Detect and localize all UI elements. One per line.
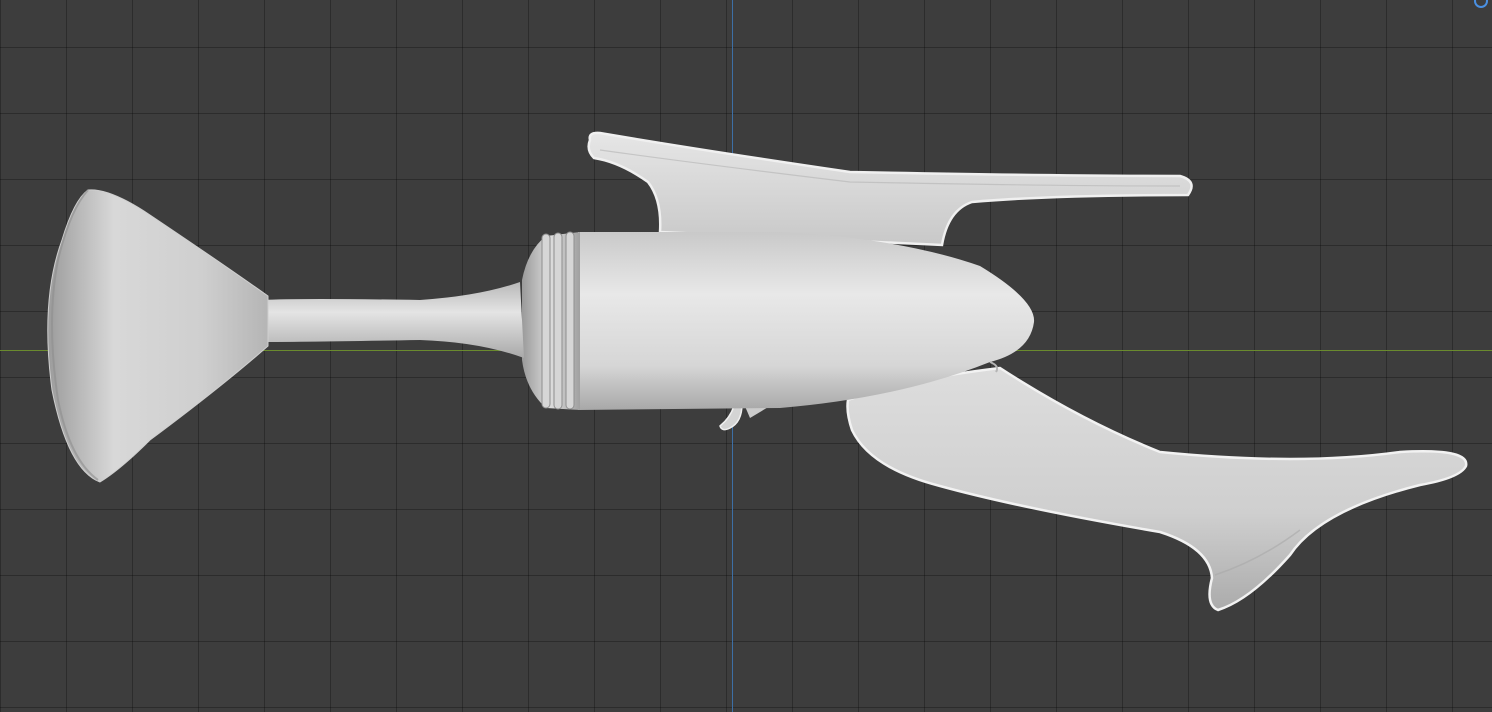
threaded-rings[interactable]	[522, 231, 580, 410]
emitter-bell[interactable]	[47, 189, 269, 483]
top-fin[interactable]	[587, 131, 1193, 247]
grip[interactable]	[846, 366, 1468, 612]
3d-viewport[interactable]	[0, 0, 1492, 712]
barrel-stem[interactable]	[262, 282, 524, 358]
raygun-model[interactable]	[0, 0, 1492, 712]
